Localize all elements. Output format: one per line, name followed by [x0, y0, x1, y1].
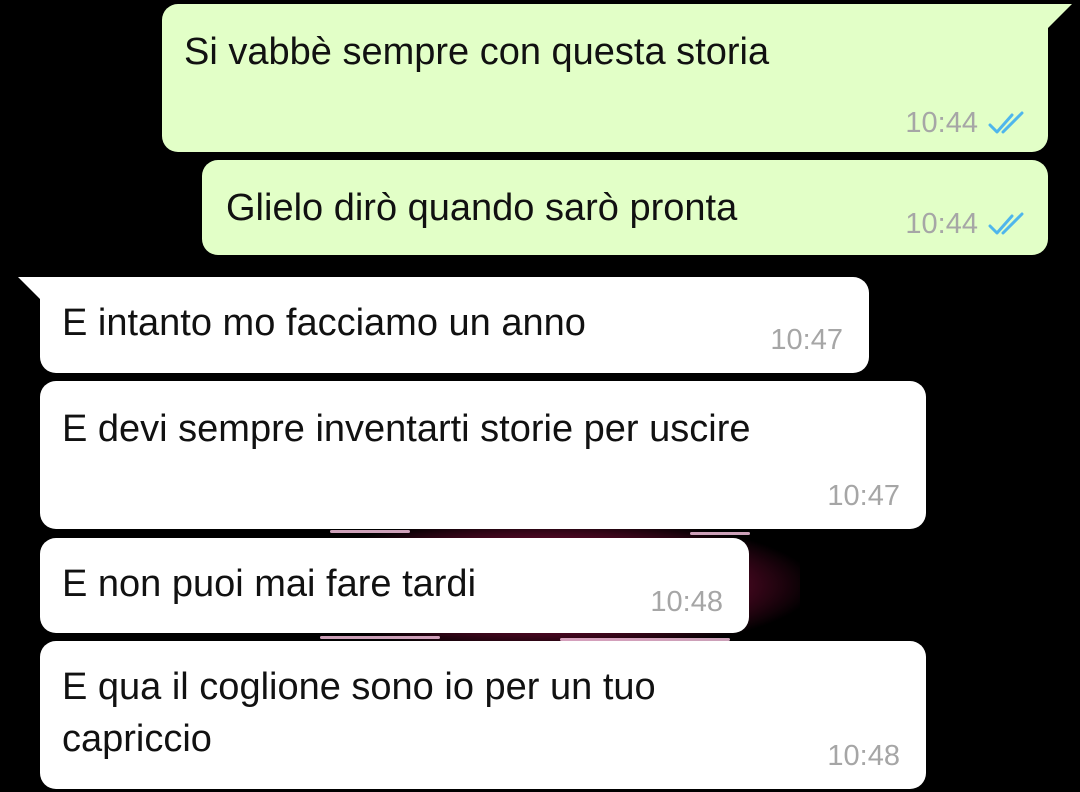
message-text: Si vabbè sempre con questa storia: [184, 31, 770, 73]
message-text: E non puoi mai fare tardi: [62, 563, 477, 605]
incoming-message[interactable]: E devi sempre inventarti storie per usci…: [40, 381, 926, 529]
incoming-message[interactable]: E intanto mo facciamo un anno 10:47: [18, 277, 869, 373]
message-meta: 10:44: [905, 107, 1026, 140]
message-meta: 10:47: [827, 480, 900, 513]
message-text: E intanto mo facciamo un anno: [62, 302, 586, 344]
message-time: 10:47: [827, 480, 900, 512]
double-check-read-icon: [988, 212, 1024, 234]
message-meta: 10:48: [650, 586, 723, 619]
incoming-message[interactable]: E qua il coglione sono io per un tuo cap…: [40, 641, 926, 789]
double-check-read-icon: [988, 111, 1024, 133]
message-time: 10:47: [770, 324, 843, 356]
outgoing-message[interactable]: Glielo dirò quando sarò pronta 10:44: [202, 160, 1048, 255]
message-text: E devi sempre inventarti storie per usci…: [62, 408, 751, 450]
outgoing-message[interactable]: Si vabbè sempre con questa storia 10:44: [162, 4, 1072, 152]
message-meta: 10:44: [905, 208, 1026, 241]
message-time: 10:48: [650, 586, 723, 618]
wallpaper-sparkle: [320, 636, 440, 639]
bubble-tail: [1046, 4, 1072, 30]
wallpaper-sparkle: [690, 532, 750, 535]
message-time: 10:44: [905, 208, 978, 240]
bubble-tail: [18, 277, 44, 303]
message-meta: 10:48: [827, 740, 900, 773]
incoming-message[interactable]: E non puoi mai fare tardi 10:48: [40, 538, 749, 633]
wallpaper-sparkle: [330, 530, 410, 533]
message-meta: 10:47: [770, 324, 843, 357]
message-time: 10:48: [827, 740, 900, 772]
message-text: E qua il coglione sono io per un tuo cap…: [62, 666, 667, 760]
message-time: 10:44: [905, 107, 978, 139]
message-text: Glielo dirò quando sarò pronta: [226, 187, 738, 229]
